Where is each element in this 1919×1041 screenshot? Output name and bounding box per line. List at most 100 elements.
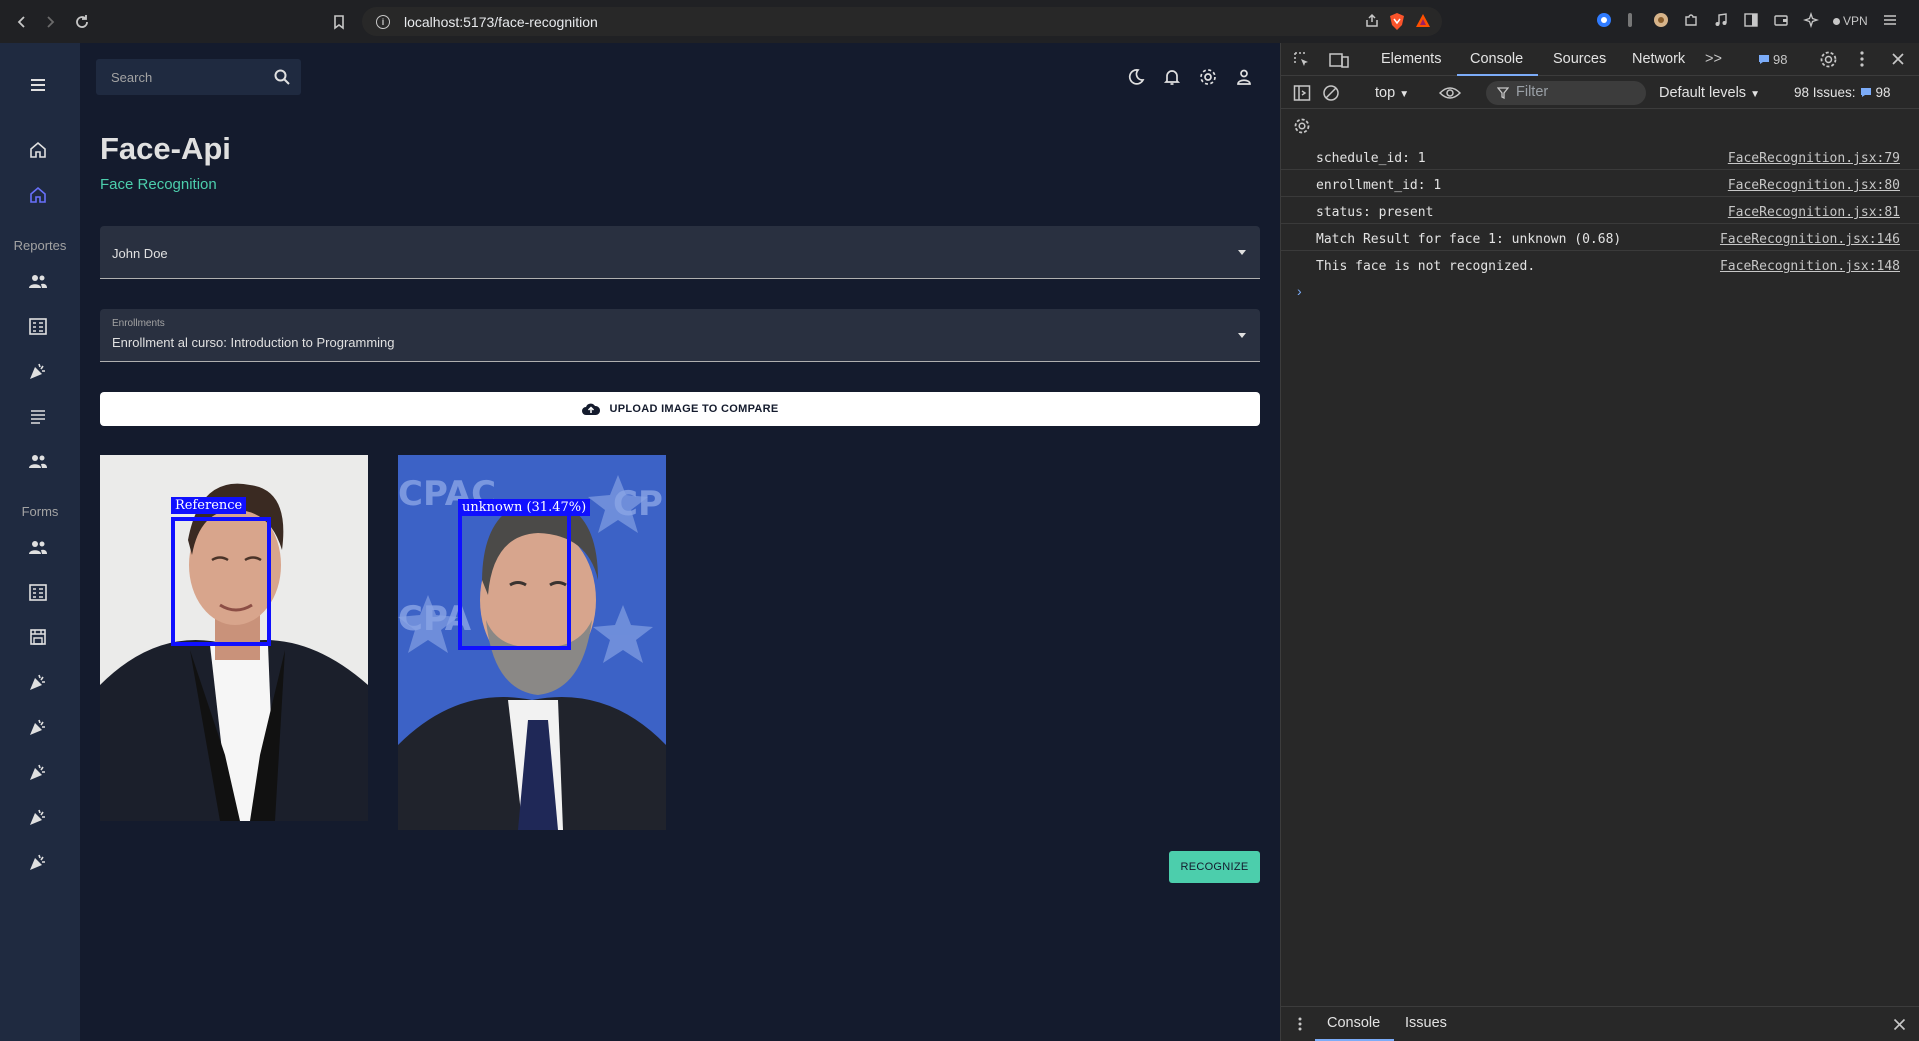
tab-sources[interactable]: Sources <box>1553 51 1606 67</box>
devtools-tab-bar: Elements Console Sources Network >> 98 <box>1281 43 1919 76</box>
extension-icon[interactable] <box>1596 12 1612 28</box>
sidebar-item-form-celebration-2[interactable] <box>28 717 48 737</box>
vpn-icon <box>1833 17 1840 25</box>
close-drawer-icon[interactable] <box>1893 1018 1906 1031</box>
app-sidebar: Reportes Forms <box>0 43 80 1041</box>
upload-image-button[interactable]: UPLOAD IMAGE TO COMPARE <box>100 392 1260 426</box>
settings-icon[interactable] <box>1198 67 1218 87</box>
sidebar-item-report-people[interactable] <box>28 271 48 291</box>
live-expression-eye-icon[interactable] <box>1439 85 1461 101</box>
log-source-link[interactable]: FaceRecognition.jsx:81 <box>1728 205 1900 220</box>
sidebar-item-form-store[interactable] <box>28 627 48 647</box>
page-title: Face-Api <box>100 131 231 166</box>
celebration-icon <box>30 719 45 735</box>
issues-count: 98 <box>1875 85 1891 100</box>
notifications-icon[interactable] <box>1162 67 1182 87</box>
device-toolbar-icon[interactable] <box>1329 51 1349 69</box>
svg-text:CP: CP <box>613 484 663 524</box>
sidebar-item-face-recognition[interactable] <box>28 185 48 205</box>
log-source-link[interactable]: FaceRecognition.jsx:80 <box>1728 178 1900 193</box>
main-content: Face-Api Face Recognition John Doe Enrol… <box>80 43 1280 1041</box>
building-icon <box>29 584 47 601</box>
enrollment-select[interactable]: Enrollments Enrollment al curso: Introdu… <box>100 309 1260 362</box>
sidebar-item-report-users[interactable] <box>28 451 48 471</box>
more-tabs-icon[interactable]: >> <box>1705 51 1722 67</box>
sidebar-toggle-icon[interactable] <box>1743 12 1759 28</box>
drawer-tab-issues[interactable]: Issues <box>1405 1015 1447 1031</box>
reload-button[interactable] <box>68 8 96 36</box>
sidebar-item-form-celebration-1[interactable] <box>28 672 48 692</box>
sidebar-item-home[interactable] <box>28 140 48 160</box>
log-source-link[interactable]: FaceRecognition.jsx:148 <box>1720 259 1900 274</box>
celebration-icon <box>30 809 45 825</box>
inspect-element-icon[interactable] <box>1293 51 1311 69</box>
enrollment-select-label: Enrollments <box>112 318 165 329</box>
sidebar-item-form-celebration-5[interactable] <box>28 852 48 872</box>
clear-console-icon[interactable] <box>1322 84 1340 102</box>
student-select[interactable]: John Doe <box>100 226 1260 279</box>
issues-counter[interactable]: 98 Issues: 98 <box>1794 85 1891 100</box>
sidebar-item-form-building[interactable] <box>28 582 48 602</box>
site-info-icon[interactable]: i <box>376 14 390 29</box>
address-bar[interactable]: i localhost:5173/face-recognition <box>362 7 1442 36</box>
console-prompt-chevron-icon[interactable]: › <box>1297 283 1302 299</box>
log-source-link[interactable]: FaceRecognition.jsx:146 <box>1720 232 1900 247</box>
search-input[interactable] <box>111 69 261 85</box>
dark-mode-icon[interactable] <box>1126 67 1146 87</box>
sidebar-item-form-celebration-3[interactable] <box>28 762 48 782</box>
messages-badge[interactable]: 98 <box>1758 52 1787 67</box>
vpn-button[interactable]: VPN <box>1833 14 1868 28</box>
leo-ai-icon[interactable] <box>1803 12 1819 28</box>
back-button[interactable] <box>8 8 36 36</box>
extensions-puzzle-icon[interactable] <box>1683 12 1699 28</box>
show-sidebar-icon[interactable] <box>1293 84 1311 102</box>
message-icon <box>1759 55 1769 64</box>
celebration-icon <box>30 854 45 870</box>
chevron-down-icon <box>1238 333 1246 338</box>
extension-icon[interactable] <box>1625 12 1635 28</box>
browser-menu-icon[interactable] <box>1882 12 1898 28</box>
vpn-label: VPN <box>1843 14 1868 28</box>
search-box <box>96 59 301 95</box>
music-icon[interactable] <box>1713 12 1729 28</box>
browser-toolbar: i localhost:5173/face-recognition VPN <box>0 0 1919 43</box>
console-log-row: enrollment_id: 1 FaceRecognition.jsx:80 <box>1281 175 1919 197</box>
back-arrow-icon <box>17 16 25 28</box>
sidebar-item-report-list[interactable] <box>28 406 48 426</box>
menu-icon[interactable] <box>28 75 48 95</box>
forward-arrow-icon <box>47 16 55 28</box>
brave-rewards-icon[interactable] <box>1414 12 1432 30</box>
messages-count: 98 <box>1773 52 1788 67</box>
tab-network[interactable]: Network <box>1632 51 1685 67</box>
search-icon[interactable] <box>273 68 291 86</box>
console-settings-icon[interactable] <box>1293 117 1311 135</box>
log-source-link[interactable]: FaceRecognition.jsx:79 <box>1728 151 1900 166</box>
sidebar-item-report-celebration[interactable] <box>28 361 48 381</box>
context-selector[interactable]: top ▼ <box>1375 85 1409 101</box>
devtools-more-icon[interactable] <box>1859 50 1865 68</box>
recognize-button[interactable]: RECOGNIZE <box>1169 851 1260 883</box>
extension-icon[interactable] <box>1653 12 1669 28</box>
forward-button[interactable] <box>36 8 64 36</box>
sidebar-item-form-celebration-4[interactable] <box>28 807 48 827</box>
profile-icon[interactable] <box>1234 67 1254 87</box>
drawer-menu-icon[interactable] <box>1297 1016 1303 1032</box>
bookmark-button[interactable] <box>325 8 353 36</box>
caret-down-icon: ▼ <box>1399 89 1410 100</box>
tab-elements[interactable]: Elements <box>1381 51 1441 67</box>
drawer-tab-console[interactable]: Console <box>1327 1015 1380 1031</box>
tab-console[interactable]: Console <box>1470 51 1523 67</box>
page-subtitle: Face Recognition <box>100 176 217 193</box>
devtools-settings-icon[interactable] <box>1819 50 1838 69</box>
wallet-icon[interactable] <box>1773 12 1789 28</box>
devtools-panel: Elements Console Sources Network >> 98 t… <box>1280 43 1919 1041</box>
brave-shields-icon[interactable] <box>1388 12 1406 31</box>
cloud-upload-icon <box>581 402 601 416</box>
sidebar-item-form-people[interactable] <box>28 537 48 557</box>
console-filter[interactable]: Filter <box>1486 81 1646 105</box>
console-log-row: status: present FaceRecognition.jsx:81 <box>1281 202 1919 224</box>
close-devtools-icon[interactable] <box>1891 52 1905 66</box>
log-levels-dropdown[interactable]: Default levels ▼ <box>1659 85 1760 101</box>
share-icon[interactable] <box>1364 13 1380 29</box>
sidebar-item-report-building[interactable] <box>28 316 48 336</box>
